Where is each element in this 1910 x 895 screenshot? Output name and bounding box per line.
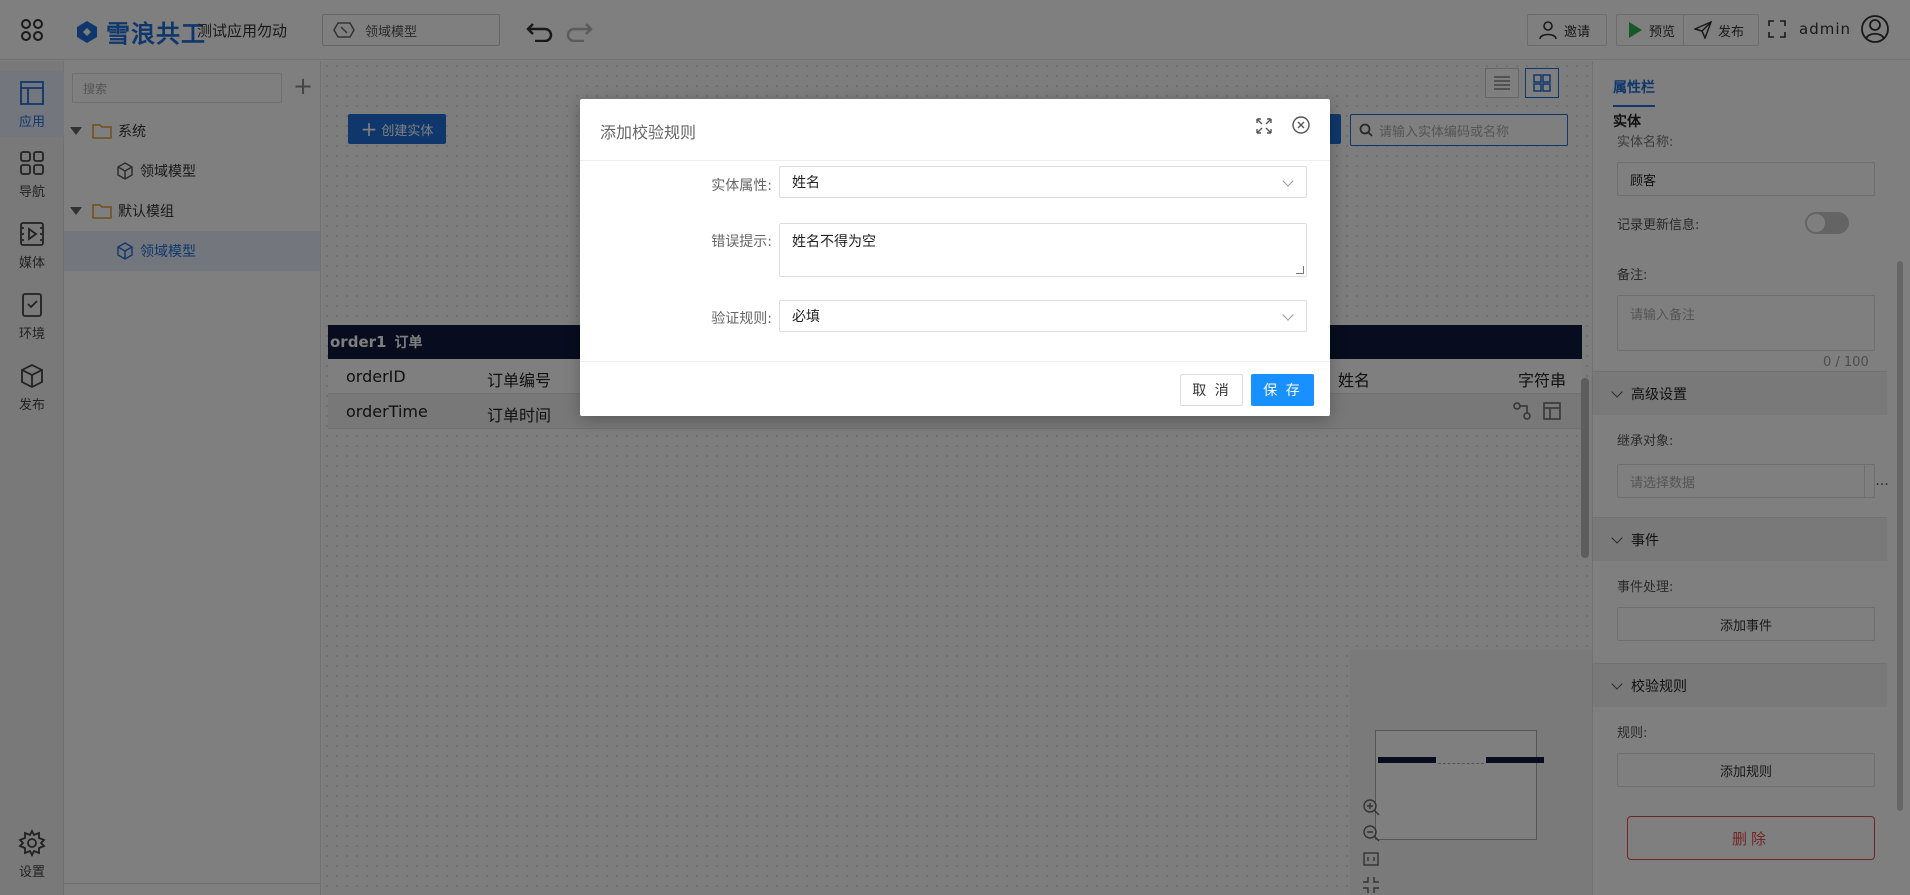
dialog-header: 添加校验规则: [580, 99, 1330, 161]
attribute-select[interactable]: 姓名: [779, 166, 1307, 198]
cancel-button[interactable]: 取 消: [1180, 374, 1243, 406]
dialog-footer: 取 消 保 存: [580, 361, 1330, 416]
close-icon[interactable]: [1292, 116, 1310, 134]
error-message-textarea[interactable]: 姓名不得为空: [779, 223, 1307, 277]
add-validation-rule-dialog: 添加校验规则 实体属性: 姓名 错误提示: 姓名不得为空 验证规则: 必填 取 …: [580, 99, 1330, 416]
attribute-label: 实体属性:: [711, 178, 772, 194]
chevron-down-icon: [1282, 175, 1294, 187]
validation-rule-value: 必填: [792, 309, 820, 325]
validation-rule-label: 验证规则:: [711, 311, 772, 327]
error-message-label: 错误提示:: [711, 234, 772, 250]
dialog-title: 添加校验规则: [600, 123, 697, 142]
validation-rule-select[interactable]: 必填: [779, 300, 1307, 332]
chevron-down-icon: [1282, 309, 1294, 321]
maximize-icon[interactable]: [1256, 118, 1272, 134]
attribute-value: 姓名: [792, 175, 820, 191]
error-message-value: 姓名不得为空: [792, 234, 876, 250]
resize-handle-icon[interactable]: [1296, 266, 1304, 274]
save-button[interactable]: 保 存: [1251, 374, 1314, 406]
